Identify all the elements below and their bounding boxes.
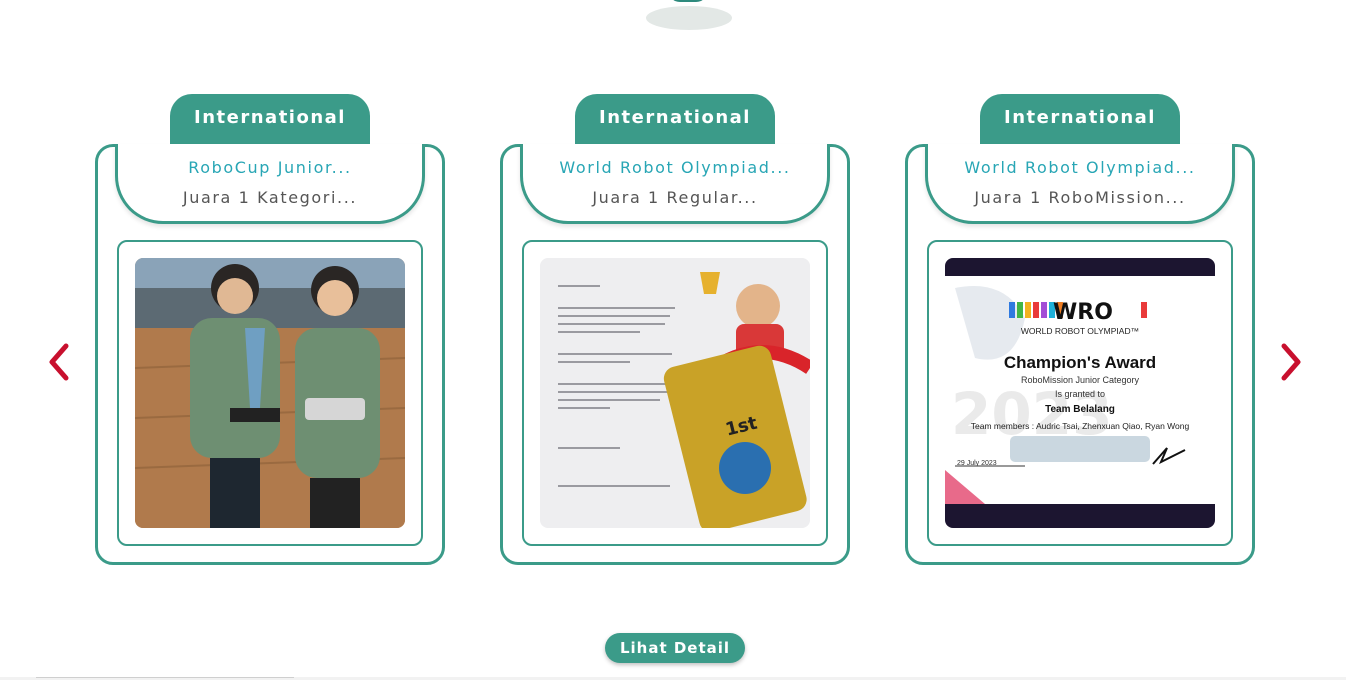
card-subtitle: Juara 1 Kategori... (182, 188, 358, 207)
svg-text:Is granted to: Is granted to (1055, 389, 1105, 399)
card-subtitle: Juara 1 RoboMission... (974, 188, 1186, 207)
svg-text:Team members : Audric Tsai, Zh: Team members : Audric Tsai, Zhenxuan Qia… (971, 421, 1190, 431)
svg-text:WORLD ROBOT OLYMPIAD™: WORLD ROBOT OLYMPIAD™ (1021, 326, 1139, 336)
svg-text:Champion's Award: Champion's Award (1004, 353, 1156, 372)
detail-button[interactable]: Lihat Detail (605, 633, 745, 663)
category-tag: International (575, 94, 775, 146)
card-header (520, 144, 830, 224)
achievement-carousel: International RoboCup Junior... Juara 1 … (0, 0, 1346, 680)
next-arrow-button[interactable] (1276, 340, 1306, 384)
achievement-certificate[interactable]: 2023 WRO WORLD ROBOT OLYMPIAD™ Champion'… (945, 258, 1215, 528)
chevron-left-icon (49, 343, 69, 381)
chevron-right-icon (1281, 343, 1301, 381)
card-title[interactable]: World Robot Olympiad... (540, 158, 810, 177)
card-header (115, 144, 425, 224)
bottom-divider-accent (36, 677, 294, 678)
achievement-photo[interactable] (135, 258, 405, 528)
card-header (925, 144, 1235, 224)
prev-arrow-button[interactable] (44, 340, 74, 384)
achievement-card[interactable]: International World Robot Olympiad... Ju… (500, 94, 850, 566)
svg-text:RoboMission Junior Category: RoboMission Junior Category (1021, 375, 1140, 385)
svg-text:Team Belalang: Team Belalang (1045, 404, 1115, 415)
category-tag: International (980, 94, 1180, 146)
achievement-card[interactable]: International World Robot Olympiad... Ju… (905, 94, 1255, 566)
achievement-photo[interactable]: 1st (540, 258, 810, 528)
svg-text:WRO: WRO (1053, 300, 1113, 325)
svg-text:29 July 2023: 29 July 2023 (957, 460, 997, 467)
card-subtitle: Juara 1 Regular... (592, 188, 758, 207)
card-title[interactable]: RoboCup Junior... (135, 158, 405, 177)
card-title[interactable]: World Robot Olympiad... (945, 158, 1215, 177)
achievement-card[interactable]: International RoboCup Junior... Juara 1 … (95, 94, 445, 566)
category-tag: International (170, 94, 370, 146)
